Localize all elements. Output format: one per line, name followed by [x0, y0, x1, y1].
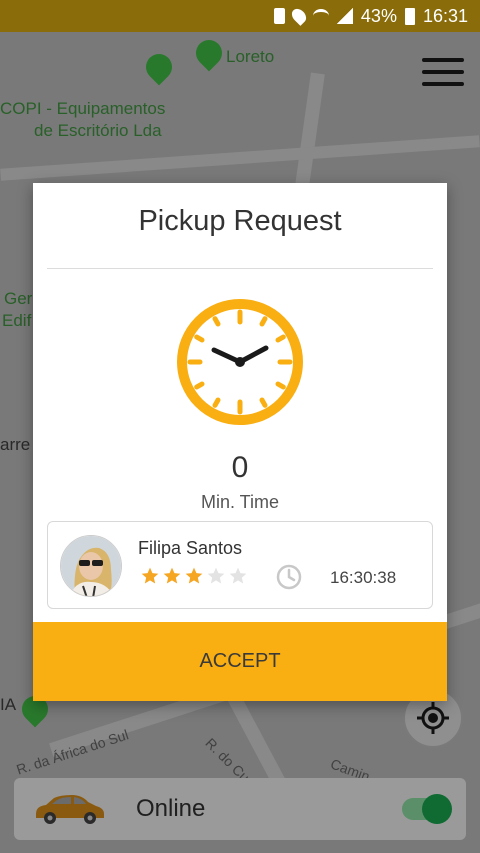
request-time: 16:30:38 [330, 568, 397, 587]
status-bar: 43% 16:31 [0, 0, 480, 32]
wifi-icon [312, 9, 329, 23]
hamburger-icon-bar [422, 58, 464, 62]
divider [47, 268, 433, 269]
hamburger-icon-bar [422, 82, 464, 86]
star-empty-icon [229, 567, 247, 584]
toggle-knob[interactable] [422, 794, 452, 824]
star-empty-icon [207, 567, 225, 584]
pickup-request-dialog: Pickup Request 0 Min. Time Filipa Santos… [33, 183, 447, 701]
location-icon [289, 6, 309, 26]
online-status-label: Online [136, 795, 206, 822]
rider-avatar [60, 535, 122, 597]
clock-icon [177, 299, 303, 425]
rider-rating [140, 566, 248, 586]
avatar-image [61, 536, 121, 596]
hamburger-icon-bar [422, 70, 464, 74]
battery-percent: 43% [360, 5, 397, 26]
clock-outline-icon [276, 564, 302, 590]
status-time: 16:31 [422, 5, 468, 26]
signal-icon [336, 8, 353, 24]
menu-button[interactable] [422, 58, 464, 86]
car-icon [36, 795, 104, 824]
driver-status-bar: Online [14, 778, 466, 840]
dialog-title: Pickup Request [138, 205, 342, 237]
star-filled-icon [141, 567, 159, 584]
rider-name: Filipa Santos [138, 538, 243, 558]
rider-card: Filipa Santos 16:30:38 [47, 521, 433, 609]
battery-saver-icon [273, 8, 285, 24]
online-toggle[interactable] [402, 794, 452, 824]
battery-icon [404, 7, 415, 25]
min-time-label: Min. Time [200, 492, 279, 512]
crosshair-icon [417, 702, 449, 734]
star-filled-icon [185, 567, 203, 584]
min-time-value: 0 [231, 451, 249, 484]
accept-button[interactable]: ACCEPT [33, 622, 447, 701]
star-filled-icon [163, 567, 181, 584]
